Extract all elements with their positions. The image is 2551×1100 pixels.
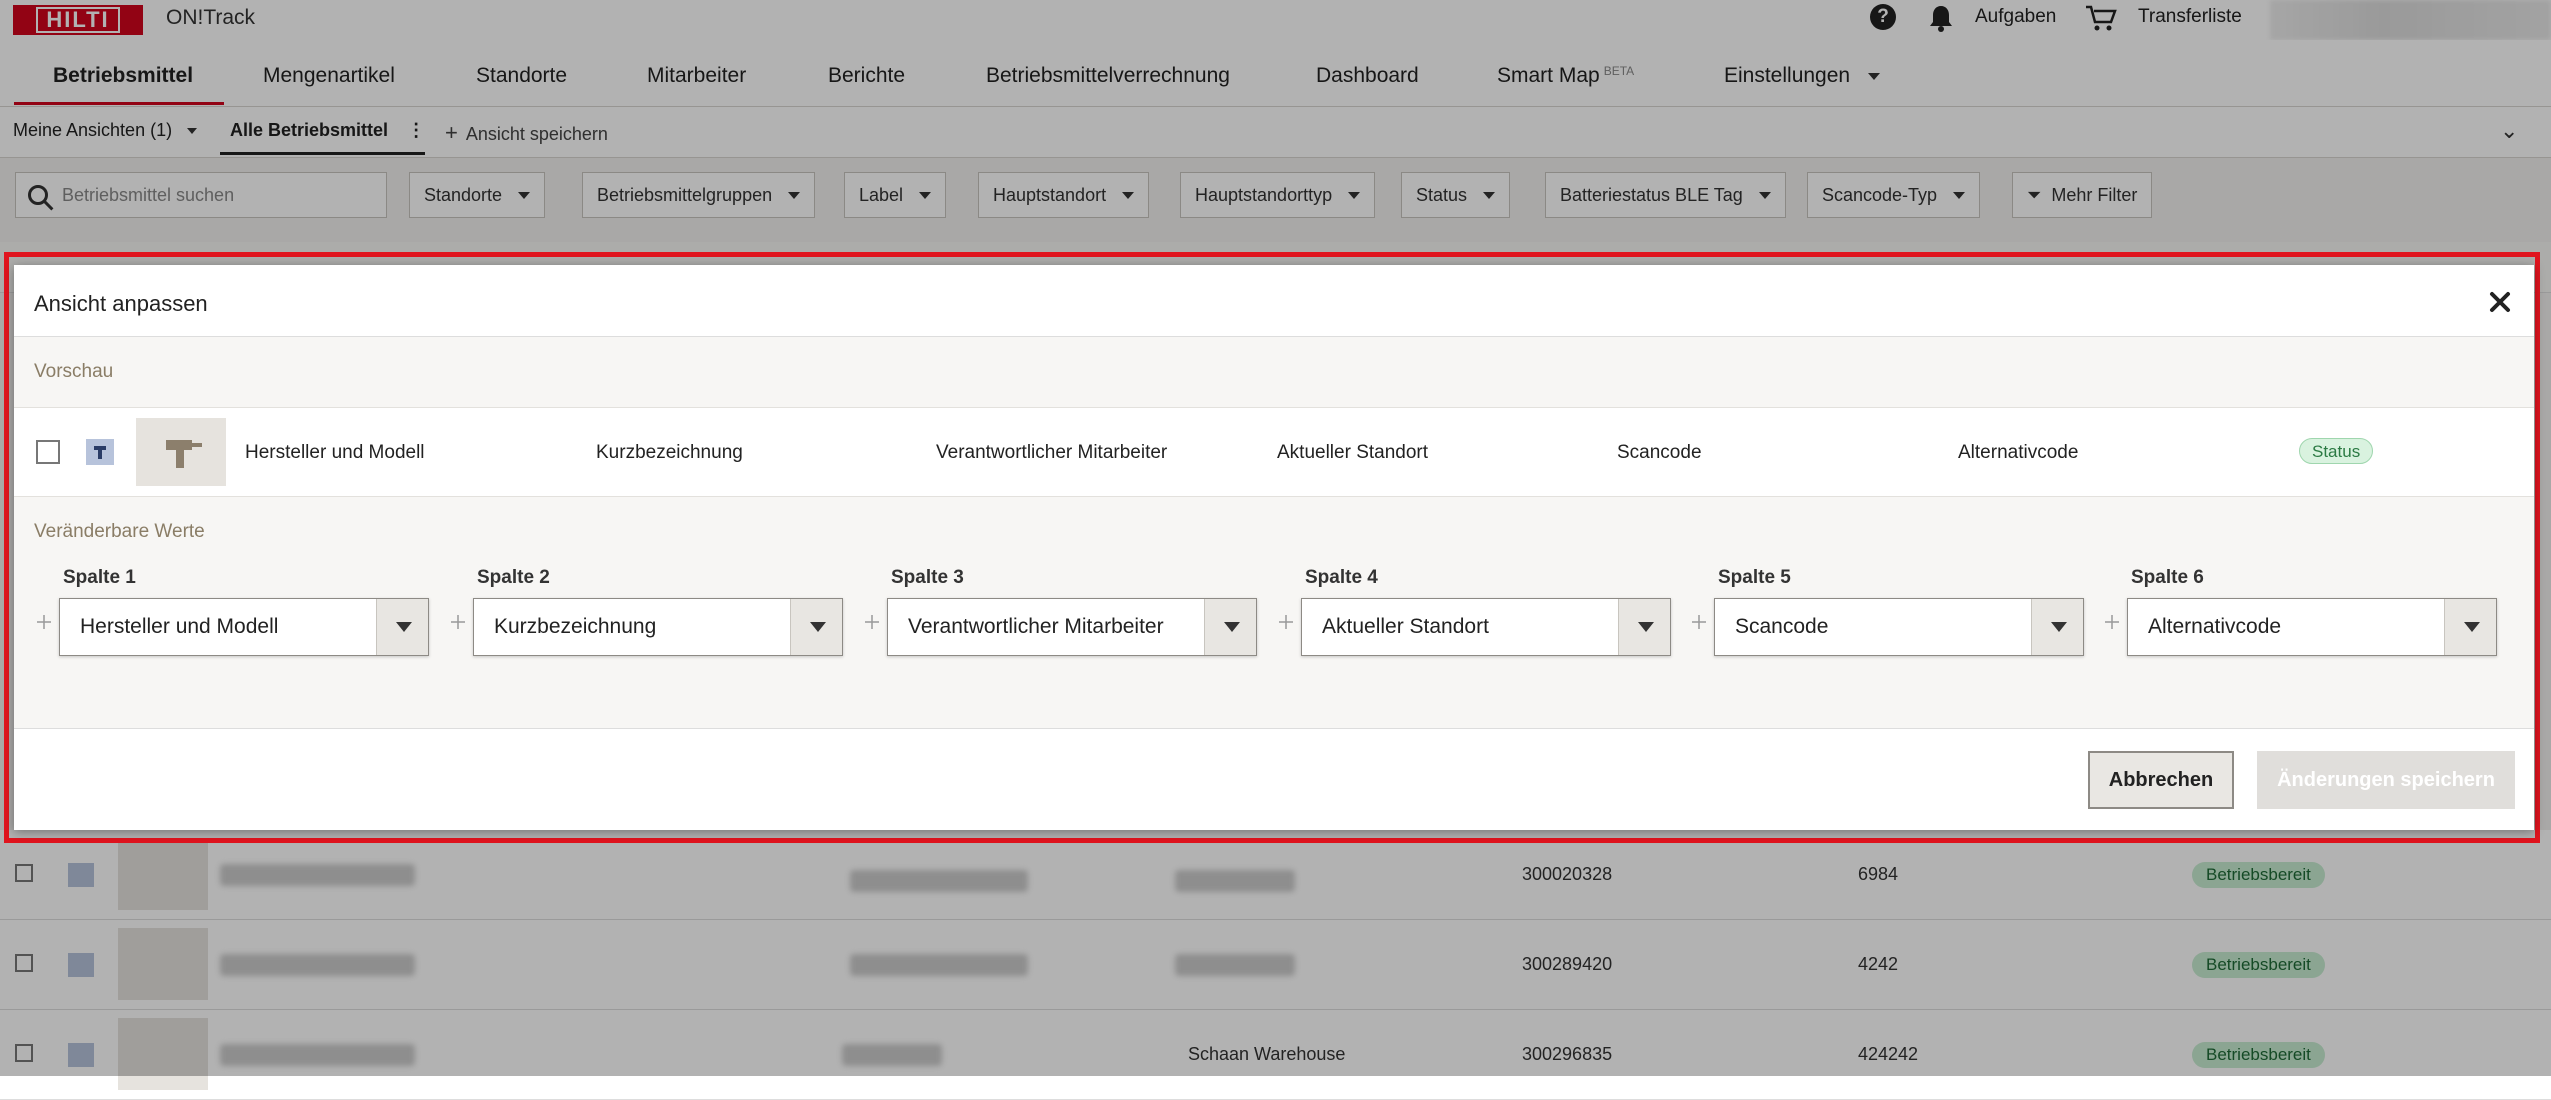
- dropdown-arrow-icon: [790, 599, 842, 655]
- column-4-select[interactable]: Aktueller Standort: [1301, 598, 1671, 656]
- dialog-header: [14, 265, 2534, 337]
- column-4-label: Spalte 4: [1305, 567, 1378, 588]
- tool-type-icon: [86, 439, 114, 465]
- column-3-select[interactable]: Verantwortlicher Mitarbeiter: [887, 598, 1257, 656]
- dropdown-arrow-icon: [2031, 599, 2083, 655]
- drag-handle-icon[interactable]: [1278, 614, 1294, 630]
- dialog-title: Ansicht anpassen: [34, 291, 208, 316]
- drag-handle-icon[interactable]: [1691, 614, 1707, 630]
- column-5-label: Spalte 5: [1718, 567, 1791, 588]
- preview-col-6: Alternativcode: [1958, 442, 2079, 463]
- dropdown-arrow-icon: [1204, 599, 1256, 655]
- drag-handle-icon[interactable]: [2104, 614, 2120, 630]
- dropdown-arrow-icon: [1618, 599, 1670, 655]
- preview-col-5: Scancode: [1617, 442, 1702, 463]
- preview-col-1: Hersteller und Modell: [245, 442, 425, 463]
- preview-checkbox[interactable]: [36, 440, 60, 464]
- column-5-select[interactable]: Scancode: [1714, 598, 2084, 656]
- dropdown-arrow-icon: [376, 599, 428, 655]
- column-1-label: Spalte 1: [63, 567, 136, 588]
- preview-col-3: Verantwortlicher Mitarbeiter: [936, 442, 1168, 463]
- preview-section: [14, 337, 2534, 407]
- column-1-select[interactable]: Hersteller und Modell: [59, 598, 429, 656]
- column-2-label: Spalte 2: [477, 567, 550, 588]
- column-3-label: Spalte 3: [891, 567, 964, 588]
- column-2-select[interactable]: Kurzbezeichnung: [473, 598, 843, 656]
- column-6-label: Spalte 6: [2131, 567, 2204, 588]
- editable-label: Veränderbare Werte: [34, 521, 205, 542]
- drag-handle-icon[interactable]: [864, 614, 880, 630]
- preview-col-2: Kurzbezeichnung: [596, 442, 743, 463]
- dropdown-arrow-icon: [2444, 599, 2496, 655]
- drill-thumbnail-icon: [136, 418, 226, 486]
- save-changes-button[interactable]: Änderungen speichern: [2257, 751, 2515, 809]
- preview-status-badge: Status: [2299, 438, 2374, 464]
- cancel-button[interactable]: Abbrechen: [2088, 751, 2234, 809]
- preview-label: Vorschau: [34, 361, 114, 382]
- drag-handle-icon[interactable]: [450, 614, 466, 630]
- close-icon[interactable]: [2486, 288, 2514, 316]
- preview-col-4: Aktueller Standort: [1277, 442, 1429, 463]
- column-6-select[interactable]: Alternativcode: [2127, 598, 2497, 656]
- dialog-footer-divider: [14, 728, 2534, 729]
- drag-handle-icon[interactable]: [36, 614, 52, 630]
